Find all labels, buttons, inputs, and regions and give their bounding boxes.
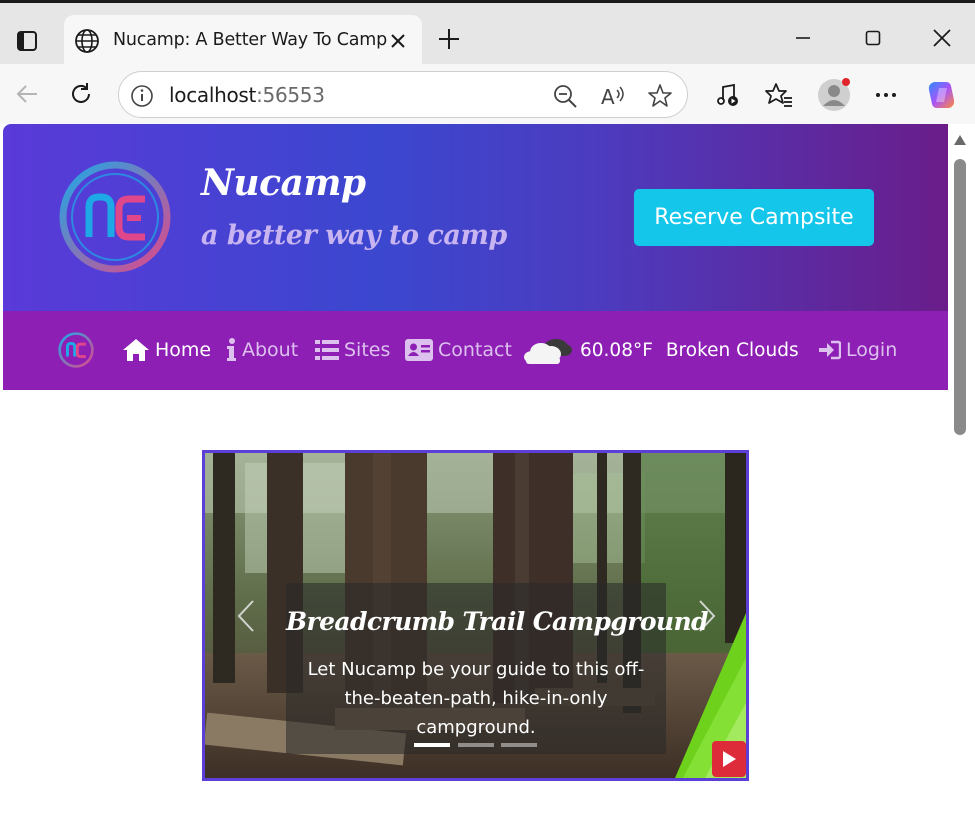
url-text[interactable]: localhost:56553 (169, 83, 325, 107)
address-card-icon (405, 339, 433, 361)
copilot-icon[interactable] (926, 78, 960, 112)
tab-title: Nucamp: A Better Way To Camp (113, 30, 388, 50)
brand-name: Nucamp (201, 162, 366, 204)
nucamp-logo (59, 161, 171, 273)
site-info-icon[interactable] (129, 83, 155, 109)
weather-widget: 60.08°F Broken Clouds (523, 333, 799, 367)
nav-about[interactable]: About (227, 335, 298, 365)
tab-actions-icon[interactable] (11, 25, 43, 57)
browser-titlebar: Nucamp: A Better Way To Camp (0, 0, 975, 67)
minimize-icon[interactable] (788, 23, 818, 53)
refresh-icon[interactable] (66, 79, 96, 109)
broken-clouds-icon (524, 339, 572, 364)
carousel-caption: Breadcrumb Trail Campground Let Nucamp b… (286, 583, 709, 754)
maximize-icon[interactable] (858, 23, 888, 53)
zoom-icon[interactable] (551, 82, 579, 110)
list-icon (315, 340, 339, 360)
globe-icon (75, 29, 99, 53)
weather-description: Broken Clouds (665, 339, 799, 361)
scroll-up-arrow-icon[interactable] (953, 134, 967, 146)
video-play-button[interactable] (712, 741, 746, 777)
carousel-indicator-2[interactable] (458, 743, 494, 747)
carousel-prev-icon[interactable] (231, 599, 261, 633)
nav-home[interactable]: Home (122, 335, 211, 365)
new-tab-icon[interactable] (436, 26, 462, 52)
info-icon (227, 338, 236, 361)
favorite-star-icon[interactable] (646, 82, 674, 110)
favorites-icon[interactable] (764, 80, 794, 110)
campsite-carousel[interactable]: Breadcrumb Trail Campground Let Nucamp b… (202, 450, 749, 781)
weather-temperature: 60.08°F (580, 339, 653, 361)
read-aloud-icon[interactable]: A (599, 82, 627, 110)
nav-sites[interactable]: Sites (315, 335, 390, 365)
close-tab-icon[interactable] (386, 29, 410, 53)
reserve-campsite-button[interactable]: Reserve Campsite (634, 189, 874, 246)
more-menu-icon[interactable] (871, 80, 901, 110)
navbar-brand-logo[interactable] (57, 331, 95, 369)
slide-title: Breadcrumb Trail Campground (286, 607, 709, 636)
browser-tab[interactable]: Nucamp: A Better Way To Camp (64, 15, 422, 67)
back-icon[interactable] (12, 79, 42, 109)
header-jumbotron: Nucamp a better way to camp Reserve Camp… (3, 124, 948, 311)
site-navbar: Home About Sites Contact 60.08°F Broken (3, 311, 948, 390)
nav-contact[interactable]: Contact (405, 335, 512, 365)
address-bar[interactable]: localhost:56553 A (118, 71, 688, 118)
browser-toolbar: localhost:56553 A (0, 64, 975, 124)
close-window-icon[interactable] (927, 23, 957, 53)
carousel-indicator-3[interactable] (501, 743, 537, 747)
home-icon (123, 339, 149, 361)
carousel-indicator-1[interactable] (414, 743, 450, 747)
sign-in-icon (819, 340, 841, 360)
slide-description: Let Nucamp be your guide to this off-the… (307, 659, 645, 738)
page-viewport: Nucamp a better way to camp Reserve Camp… (3, 124, 948, 815)
brand-tagline: a better way to camp (201, 220, 507, 251)
profile-avatar-icon[interactable] (817, 78, 851, 112)
scrollbar-thumb[interactable] (954, 159, 966, 435)
play-icon (723, 751, 736, 767)
media-control-icon[interactable] (712, 80, 742, 110)
nav-login[interactable]: Login (819, 335, 897, 365)
page-scrollbar[interactable] (948, 124, 975, 815)
svg-text:A: A (601, 85, 615, 109)
